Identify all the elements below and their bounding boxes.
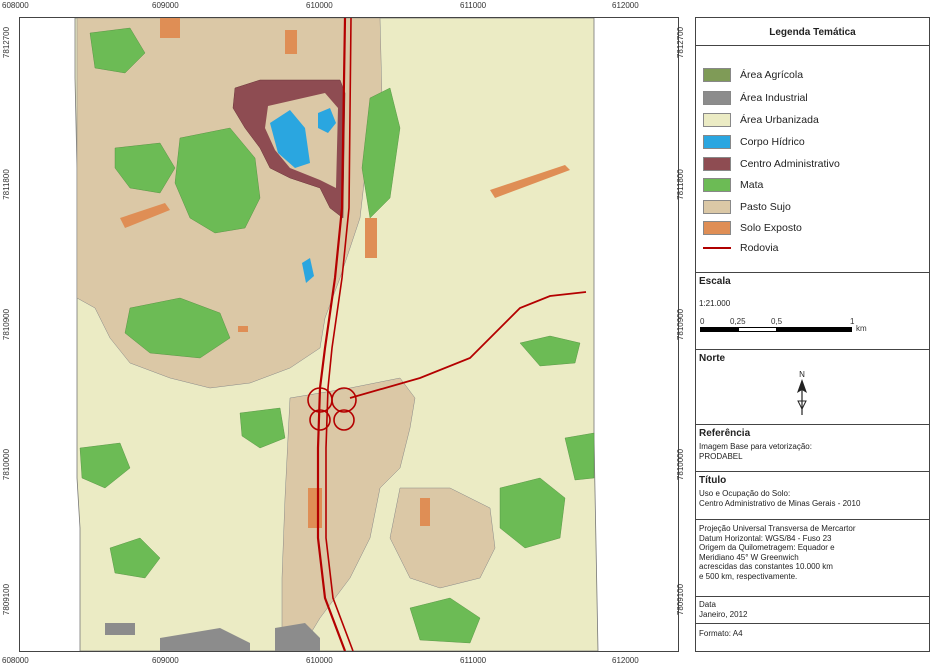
- reference-section: Referência Imagem Base para vetorização:…: [696, 425, 929, 472]
- map-frame[interactable]: [19, 17, 679, 652]
- y-tick-right-3: 7810900: [676, 308, 686, 341]
- projection-line3: Origem da Quilometragem: Equador e: [699, 543, 835, 552]
- y-tick-left-5: 7809100: [2, 583, 12, 616]
- solo-3: [365, 218, 377, 258]
- y-tick-right-4: 7810000: [676, 448, 686, 481]
- legend-item-urbanizada: Área Urbanizada: [703, 113, 819, 127]
- scale-unit: km: [856, 324, 867, 333]
- projection-line5: acrescidas das constantes 10.000 km: [699, 562, 833, 571]
- titulo-line1: Uso e Ocupação do Solo:: [699, 489, 791, 498]
- industrial-1: [105, 623, 135, 635]
- y-tick-left-3: 7810900: [2, 308, 12, 341]
- legend-item-rodovia: Rodovia: [703, 241, 779, 255]
- y-tick-right-2: 7811800: [675, 169, 685, 200]
- projection-line4: Meridiano 45° W Greenwich: [699, 552, 799, 562]
- swatch-administrativo: [703, 157, 731, 171]
- legend-item-industrial: Área Industrial: [703, 91, 808, 105]
- legend-label: Área Industrial: [740, 92, 808, 104]
- swatch-pasto: [703, 200, 731, 214]
- scale-tick-05: 0,5: [771, 317, 783, 326]
- date-title: Data: [699, 600, 716, 609]
- date-section: Data Janeiro, 2012: [696, 597, 929, 624]
- swatch-urbanizada: [703, 113, 731, 127]
- titulo-title: Título: [699, 475, 727, 486]
- scale-tick-0: 0: [700, 317, 705, 326]
- legend-label: Área Agrícola: [740, 69, 804, 81]
- solo-1: [160, 18, 180, 38]
- swatch-hidrico: [703, 135, 731, 149]
- x-tick-bottom-5: 612000: [612, 656, 639, 665]
- legend-label: Solo Exposto: [740, 222, 802, 234]
- swatch-mata: [703, 178, 731, 192]
- solo-5: [420, 498, 430, 526]
- legend-item-pasto: Pasto Sujo: [703, 200, 791, 214]
- legend-label: Pasto Sujo: [740, 201, 791, 213]
- y-tick-left-1: 7812700: [2, 26, 12, 59]
- x-tick-bottom-2: 609000: [152, 656, 179, 665]
- legend-label: Área Urbanizada: [740, 114, 819, 126]
- swatch-industrial: [703, 91, 731, 105]
- solo-4: [308, 488, 322, 528]
- x-tick-top-4: 611000: [460, 1, 487, 10]
- date-value: Janeiro, 2012: [699, 609, 748, 619]
- swatch-solo: [703, 221, 731, 235]
- scale-title: Escala: [699, 276, 731, 287]
- y-tick-right-1: 7812700: [676, 26, 686, 59]
- format-text: Formato: A4: [699, 629, 743, 638]
- scale-bar: [700, 327, 852, 332]
- x-tick-top-1: 608000: [2, 1, 29, 10]
- legend-item-mata: Mata: [703, 178, 763, 192]
- x-tick-top-5: 612000: [612, 1, 639, 10]
- swatch-agricola: [703, 68, 731, 82]
- north-title: Norte: [699, 353, 726, 364]
- x-tick-top-2: 609000: [152, 1, 179, 10]
- y-tick-right-5: 7809100: [676, 583, 686, 616]
- north-arrow-icon: N: [795, 370, 809, 418]
- north-section: Norte N: [696, 350, 929, 425]
- reference-line1: Imagem Base para vetorização:: [699, 442, 812, 451]
- scale-tick-025: 0,25: [730, 317, 746, 326]
- legend-item-administrativo: Centro Administrativo: [703, 157, 840, 171]
- legend-item-agricola: Área Agrícola: [703, 68, 803, 82]
- legend-item-solo: Solo Exposto: [703, 221, 802, 235]
- projection-section: Projeção Universal Transversa de Mercart…: [696, 520, 929, 597]
- scale-ratio: 1:21.000: [699, 299, 731, 308]
- y-tick-left-4: 7810000: [2, 448, 12, 481]
- projection-line6: e 500 km, respectivamente.: [699, 571, 798, 581]
- reference-title: Referência: [699, 428, 751, 439]
- north-letter: N: [799, 370, 805, 379]
- legend-label: Centro Administrativo: [740, 158, 840, 170]
- x-tick-top-3: 610000: [306, 1, 333, 10]
- north-arrow-graphic: [797, 379, 807, 415]
- solo-6: [238, 326, 248, 332]
- projection-line1: Projeção Universal Transversa de Mercart…: [699, 524, 856, 533]
- land-use-map[interactable]: [20, 18, 678, 651]
- titulo-section: Título Uso e Ocupação do Solo: Centro Ad…: [696, 472, 929, 520]
- projection-line2: Datum Horizontal: WGS/84 - Fuso 23: [699, 533, 832, 543]
- legend-item-hidrico: Corpo Hídrico: [703, 135, 805, 149]
- reference-line2: PRODABEL: [699, 451, 743, 461]
- legend-panel: Legenda Temática Área Agrícola Área Indu…: [695, 17, 930, 652]
- legend-label: Corpo Hídrico: [740, 136, 805, 148]
- legend-label: Rodovia: [740, 242, 779, 254]
- x-tick-bottom-1: 608000: [2, 656, 29, 665]
- titulo-line2: Centro Administrativo de Minas Gerais - …: [699, 498, 861, 508]
- solo-2: [285, 30, 297, 54]
- swatch-rodovia: [703, 247, 731, 249]
- format-section: Formato: A4: [696, 624, 929, 651]
- scale-tick-1: 1: [850, 317, 855, 326]
- x-tick-bottom-4: 611000: [460, 656, 487, 665]
- y-tick-left-2: 7811800: [1, 169, 11, 200]
- x-tick-bottom-3: 610000: [306, 656, 333, 665]
- legend-title: Legenda Temática: [769, 27, 856, 38]
- legend-label: Mata: [740, 179, 764, 191]
- scale-section: Escala 1:21.000 0 0,25 0,5 1 km: [696, 273, 929, 350]
- legend-section: Legenda Temática Área Agrícola Área Indu…: [696, 18, 929, 273]
